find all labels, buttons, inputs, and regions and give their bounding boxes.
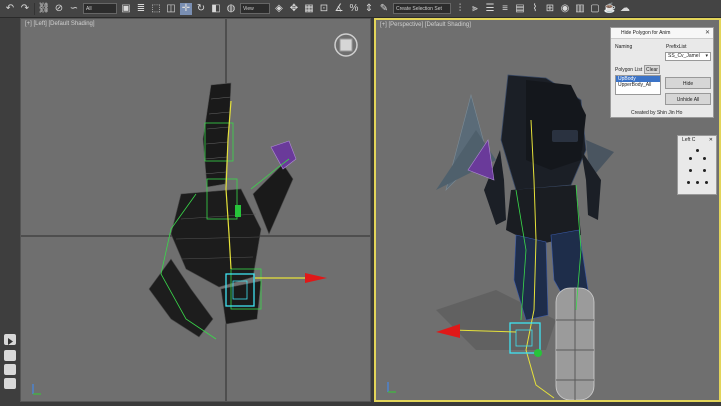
left-command-strip <box>0 18 20 406</box>
dot-icon[interactable] <box>703 169 706 172</box>
select-and-place-icon[interactable]: ◍ <box>225 3 237 15</box>
axis-tripod-icon <box>387 382 396 393</box>
unlink-icon[interactable]: ⊘ <box>53 3 65 15</box>
edit-named-selection-icon[interactable]: ✎ <box>378 3 390 15</box>
material-editor-icon[interactable]: ◉ <box>559 3 571 15</box>
percent-snap-icon[interactable]: % <box>348 3 360 15</box>
gizmo-y-axis[interactable] <box>235 205 241 217</box>
unhide-all-button[interactable]: Unhide All <box>665 93 711 105</box>
dot-icon[interactable] <box>689 169 692 172</box>
align-icon[interactable]: ⫸ <box>469 3 481 15</box>
gizmo-center[interactable] <box>534 349 542 357</box>
viewcube-icon[interactable] <box>334 33 358 57</box>
credit-text: Created by Shin Jin Ho <box>631 110 683 116</box>
dot-icon[interactable] <box>689 157 692 160</box>
render-production-icon[interactable]: ☕ <box>604 3 616 15</box>
viewport-layout-button[interactable] <box>4 350 16 361</box>
polygon-list-label: Polygon List <box>615 67 643 73</box>
dot-icon[interactable] <box>696 181 699 184</box>
dot-icon[interactable] <box>703 157 706 160</box>
manipulate-icon[interactable]: ✥ <box>288 3 300 15</box>
curve-editor-icon[interactable]: ⌇ <box>529 3 541 15</box>
hide-button[interactable]: Hide <box>665 77 711 89</box>
render-setup-icon[interactable]: ▥ <box>574 3 586 15</box>
clear-button[interactable]: Clear <box>644 65 660 74</box>
gizmo-x-arrow-icon[interactable] <box>436 324 460 338</box>
toggle-ribbon-icon[interactable]: ▤ <box>514 3 526 15</box>
panel-title-bar: Left C ✕ <box>678 136 716 145</box>
panel-title-bar: Hide Polygon for Anim ✕ <box>611 28 713 39</box>
polygon-list[interactable]: UpBody UpperBody_All <box>615 75 661 95</box>
named-selection-set-dropdown[interactable]: Create Selection Set <box>393 3 451 14</box>
viewport-layout-button[interactable] <box>4 378 16 389</box>
bind-space-warp-icon[interactable]: ∽ <box>68 3 80 15</box>
rectangular-selection-icon[interactable]: ⬚ <box>150 3 162 15</box>
select-object-icon[interactable]: ▣ <box>120 3 132 15</box>
render-in-cloud-icon[interactable]: ☁ <box>619 3 631 15</box>
left-viewport-scene <box>21 19 370 401</box>
prefix-list-value: SS_Cv_Jamel <box>668 53 700 59</box>
link-icon[interactable]: ⛓ <box>38 3 51 15</box>
mirror-icon[interactable]: ⫶ <box>454 3 466 15</box>
left-viewport[interactable]: [+] [Left] [Default Shading] <box>20 18 371 402</box>
viewport-layout-button[interactable] <box>4 364 16 375</box>
select-and-scale-icon[interactable]: ◧ <box>210 3 222 15</box>
angle-snap-icon[interactable]: ∡ <box>333 3 345 15</box>
gizmo-x-arrow-icon[interactable] <box>305 273 327 283</box>
play-icon[interactable] <box>4 334 16 345</box>
keyboard-shortcut-override-icon[interactable]: ▦ <box>303 3 315 15</box>
main-toolbar: ↶ ↷ ⛓ ⊘ ∽ All ▣ ≣ ⬚ ◫ ✛ ↻ ◧ ◍ View ◈ ✥ ▦… <box>0 0 721 18</box>
reference-coordinate-dropdown[interactable]: View <box>240 3 270 14</box>
selection-filter-dropdown[interactable]: All <box>83 3 117 14</box>
rendered-frame-window-icon[interactable]: ▢ <box>589 3 601 15</box>
prefix-list-dropdown[interactable]: SS_Cv_Jamel ▾ <box>665 52 711 61</box>
panel-title: Left C <box>682 137 696 143</box>
left-side-panel: Left C ✕ <box>677 135 717 195</box>
select-by-name-icon[interactable]: ≣ <box>135 3 147 15</box>
naming-label: Naming <box>615 44 633 50</box>
undo-icon[interactable]: ↶ <box>4 3 16 15</box>
toggle-scene-explorer-icon[interactable]: ☰ <box>484 3 496 15</box>
hide-polygon-panel: Hide Polygon for Anim ✕ Naming PrefixLis… <box>610 27 714 118</box>
select-and-move-icon[interactable]: ✛ <box>180 2 192 15</box>
toolbar-divider <box>34 2 35 15</box>
prefix-list-label: PrefixList <box>666 44 687 50</box>
select-and-rotate-icon[interactable]: ↻ <box>195 3 207 15</box>
window-crossing-icon[interactable]: ◫ <box>165 3 177 15</box>
redo-icon[interactable]: ↷ <box>19 3 31 15</box>
chevron-down-icon: ▾ <box>705 53 708 59</box>
close-icon[interactable]: ✕ <box>709 136 713 145</box>
axis-tripod-icon <box>32 384 41 395</box>
spinner-snap-icon[interactable]: ⇕ <box>363 3 375 15</box>
dot-icon[interactable] <box>696 149 699 152</box>
character-wireframe[interactable] <box>148 82 297 338</box>
boot-mesh[interactable] <box>555 287 595 400</box>
snaps-toggle-icon[interactable]: ⊡ <box>318 3 330 15</box>
pivot-point-icon[interactable]: ◈ <box>273 3 285 15</box>
close-icon[interactable]: ✕ <box>705 28 710 38</box>
dot-icon[interactable] <box>705 181 708 184</box>
dot-icon[interactable] <box>687 181 690 184</box>
schematic-view-icon[interactable]: ⊞ <box>544 3 556 15</box>
list-item[interactable]: UpperBody_All <box>616 82 660 88</box>
panel-title: Hide Polygon for Anim <box>621 30 671 36</box>
toggle-layer-explorer-icon[interactable]: ≡ <box>499 3 511 15</box>
